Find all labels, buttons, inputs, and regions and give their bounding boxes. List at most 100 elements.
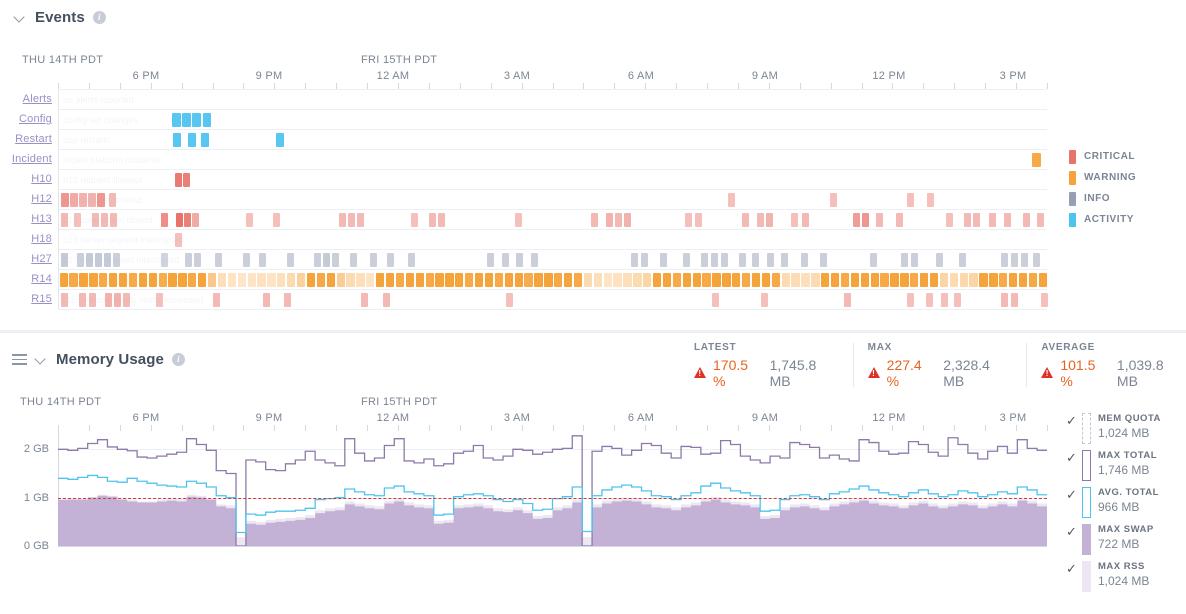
events-row-label-h27[interactable]: H27 bbox=[31, 253, 52, 265]
events-marker[interactable] bbox=[606, 213, 613, 227]
events-marker[interactable] bbox=[383, 293, 390, 307]
events-marker[interactable] bbox=[487, 253, 494, 267]
events-marker[interactable] bbox=[168, 273, 177, 287]
events-marker[interactable] bbox=[896, 213, 903, 227]
events-marker[interactable] bbox=[624, 213, 631, 227]
events-marker[interactable] bbox=[185, 253, 192, 267]
events-marker[interactable] bbox=[524, 273, 533, 287]
events-marker[interactable] bbox=[1033, 253, 1040, 267]
events-marker[interactable] bbox=[1009, 273, 1018, 287]
events-marker[interactable] bbox=[853, 213, 860, 227]
events-marker[interactable] bbox=[672, 273, 682, 287]
checkmark-icon[interactable]: ✓ bbox=[1066, 413, 1080, 429]
events-marker[interactable] bbox=[158, 273, 167, 287]
events-marker[interactable] bbox=[801, 253, 808, 267]
events-marker[interactable] bbox=[366, 273, 375, 287]
events-marker[interactable] bbox=[201, 133, 209, 147]
events-marker[interactable] bbox=[86, 253, 93, 267]
events-marker[interactable] bbox=[79, 293, 86, 307]
events-marker[interactable] bbox=[227, 273, 237, 287]
events-row-label-h13[interactable]: H13 bbox=[31, 213, 52, 225]
events-marker[interactable] bbox=[890, 273, 899, 287]
events-marker[interactable] bbox=[702, 273, 711, 287]
events-marker[interactable] bbox=[70, 193, 78, 207]
events-marker[interactable] bbox=[712, 273, 721, 287]
events-marker[interactable] bbox=[593, 273, 602, 287]
events-marker[interactable] bbox=[435, 273, 444, 287]
events-marker[interactable] bbox=[97, 193, 105, 207]
events-row[interactable]: H10 h10 request timeout bbox=[31, 170, 1047, 190]
events-marker[interactable] bbox=[105, 293, 112, 307]
events-row[interactable]: Incident recent platform incidents bbox=[12, 150, 1047, 170]
events-plot-area[interactable]: Alerts no alerts reported Config config set… bbox=[12, 89, 1048, 310]
events-marker[interactable] bbox=[927, 193, 934, 207]
events-marker[interactable] bbox=[104, 253, 111, 267]
events-marker[interactable] bbox=[946, 213, 953, 227]
memory-legend-item[interactable]: ✓ MEM QUOTA 1,024 MB bbox=[1066, 413, 1161, 450]
events-marker[interactable] bbox=[742, 213, 749, 227]
events-marker[interactable] bbox=[184, 213, 191, 227]
events-marker[interactable] bbox=[113, 253, 120, 267]
events-marker[interactable] bbox=[287, 253, 294, 267]
events-marker[interactable] bbox=[438, 213, 445, 227]
events-marker[interactable] bbox=[88, 193, 96, 207]
events-row[interactable]: H12h12 request timeout bbox=[31, 190, 1047, 210]
events-legend-item[interactable]: CRITICAL bbox=[1069, 146, 1136, 167]
memory-header[interactable]: Memory Usage i bbox=[12, 351, 185, 368]
events-marker[interactable] bbox=[273, 213, 280, 227]
events-marker[interactable] bbox=[721, 253, 728, 267]
events-marker[interactable] bbox=[781, 253, 788, 267]
events-marker[interactable] bbox=[89, 293, 96, 307]
events-marker[interactable] bbox=[296, 273, 306, 287]
events-row[interactable]: Config config set changes bbox=[19, 110, 1047, 130]
info-icon[interactable]: i bbox=[92, 11, 106, 24]
events-marker[interactable] bbox=[979, 273, 988, 287]
events-marker[interactable] bbox=[989, 213, 996, 227]
events-marker[interactable] bbox=[941, 293, 948, 307]
events-marker[interactable] bbox=[820, 253, 827, 267]
events-marker[interactable] bbox=[573, 273, 583, 287]
events-marker[interactable] bbox=[811, 273, 820, 287]
events-marker[interactable] bbox=[237, 273, 246, 287]
events-marker[interactable] bbox=[176, 213, 183, 227]
events-marker[interactable] bbox=[138, 273, 148, 287]
events-marker[interactable] bbox=[350, 253, 357, 267]
events-marker[interactable] bbox=[771, 273, 780, 287]
events-marker[interactable] bbox=[257, 273, 266, 287]
events-marker[interactable] bbox=[77, 253, 84, 267]
events-marker[interactable] bbox=[385, 273, 395, 287]
events-marker[interactable] bbox=[613, 273, 622, 287]
checkmark-icon[interactable]: ✓ bbox=[1066, 450, 1080, 466]
events-marker[interactable] bbox=[999, 273, 1008, 287]
events-marker[interactable] bbox=[405, 273, 415, 287]
events-marker[interactable] bbox=[1028, 273, 1038, 287]
events-marker[interactable] bbox=[387, 253, 394, 267]
events-legend-item[interactable]: WARNING bbox=[1069, 167, 1136, 188]
checkmark-icon[interactable]: ✓ bbox=[1066, 524, 1080, 540]
events-marker[interactable] bbox=[515, 213, 522, 227]
events-marker[interactable] bbox=[89, 273, 98, 287]
memory-legend-item[interactable]: ✓ MAX SWAP 722 MB bbox=[1066, 524, 1161, 561]
events-marker[interactable] bbox=[752, 253, 759, 267]
events-marker[interactable] bbox=[969, 273, 978, 287]
events-marker[interactable] bbox=[95, 253, 102, 267]
events-marker[interactable] bbox=[929, 273, 939, 287]
info-icon[interactable]: i bbox=[171, 353, 185, 366]
events-row[interactable]: H18 h18 server request interrupted bbox=[31, 230, 1047, 250]
events-marker[interactable] bbox=[316, 273, 326, 287]
events-row-label-r14[interactable]: R14 bbox=[31, 273, 52, 285]
events-row-label-config[interactable]: Config bbox=[19, 113, 52, 125]
events-marker[interactable] bbox=[767, 253, 774, 267]
memory-plot-area[interactable]: 2 GB 1 GB 0 GB bbox=[24, 430, 1047, 552]
events-marker[interactable] bbox=[395, 273, 405, 287]
checkmark-icon[interactable]: ✓ bbox=[1066, 487, 1080, 503]
events-row-label-r15[interactable]: R15 bbox=[31, 293, 52, 305]
events-marker[interactable] bbox=[332, 253, 339, 267]
events-marker[interactable] bbox=[161, 253, 168, 267]
events-row[interactable]: H27 h27 client request interrupted bbox=[31, 250, 1047, 270]
events-marker[interactable] bbox=[802, 213, 809, 227]
events-marker[interactable] bbox=[243, 253, 250, 267]
events-marker[interactable] bbox=[1004, 213, 1011, 227]
events-marker[interactable] bbox=[701, 253, 708, 267]
events-marker[interactable] bbox=[954, 293, 961, 307]
